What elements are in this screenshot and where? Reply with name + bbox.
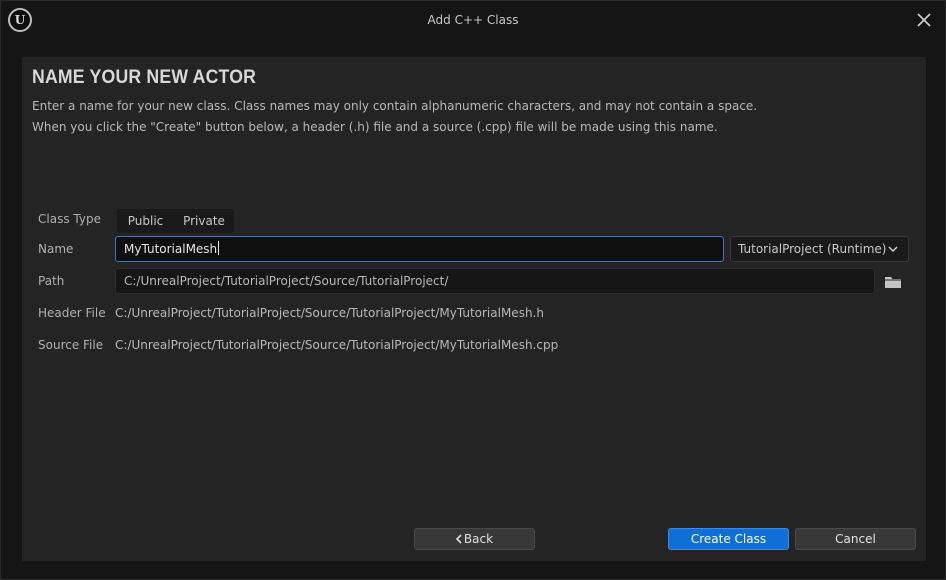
name-label: Name bbox=[38, 242, 74, 256]
module-dropdown[interactable]: TutorialProject (Runtime) bbox=[730, 236, 909, 262]
class-type-public-option[interactable]: Public bbox=[117, 209, 174, 233]
description-line-2: When you click the "Create" button below… bbox=[32, 120, 718, 134]
class-name-value: MyTutorialMesh bbox=[124, 242, 218, 256]
description-line-1: Enter a name for your new class. Class n… bbox=[32, 99, 758, 113]
back-button[interactable]: Back bbox=[414, 528, 535, 550]
module-dropdown-value: TutorialProject (Runtime) bbox=[738, 242, 887, 256]
path-value: C:/UnrealProject/TutorialProject/Source/… bbox=[124, 274, 449, 288]
class-name-input[interactable]: MyTutorialMesh bbox=[115, 236, 724, 262]
class-type-private-option[interactable]: Private bbox=[174, 209, 234, 233]
page-title: NAME YOUR NEW ACTOR bbox=[32, 67, 257, 88]
title-bar: U Add C++ Class bbox=[1, 1, 945, 41]
back-button-label: Back bbox=[463, 532, 494, 546]
text-caret bbox=[218, 241, 220, 255]
create-class-button[interactable]: Create Class bbox=[668, 528, 789, 550]
folder-icon[interactable] bbox=[884, 274, 902, 290]
path-input[interactable]: C:/UnrealProject/TutorialProject/Source/… bbox=[115, 268, 875, 294]
source-file-label: Source File bbox=[38, 338, 104, 352]
window-title: Add C++ Class bbox=[427, 13, 519, 27]
chevron-down-icon bbox=[888, 246, 898, 253]
class-details-panel: NAME YOUR NEW ACTOR Enter a name for you… bbox=[22, 57, 926, 561]
close-icon[interactable] bbox=[915, 11, 933, 29]
header-file-label: Header File bbox=[38, 306, 106, 320]
cancel-button[interactable]: Cancel bbox=[795, 528, 916, 550]
add-cpp-class-window: U Add C++ Class NAME YOUR NEW ACTOR Ente… bbox=[0, 0, 946, 580]
source-file-value: C:/UnrealProject/TutorialProject/Source/… bbox=[115, 338, 559, 352]
chevron-left-icon bbox=[455, 529, 462, 549]
class-type-toggle: Public Private bbox=[117, 209, 234, 233]
path-label: Path bbox=[38, 274, 65, 288]
header-file-value: C:/UnrealProject/TutorialProject/Source/… bbox=[115, 306, 544, 320]
class-type-label: Class Type bbox=[38, 212, 101, 226]
